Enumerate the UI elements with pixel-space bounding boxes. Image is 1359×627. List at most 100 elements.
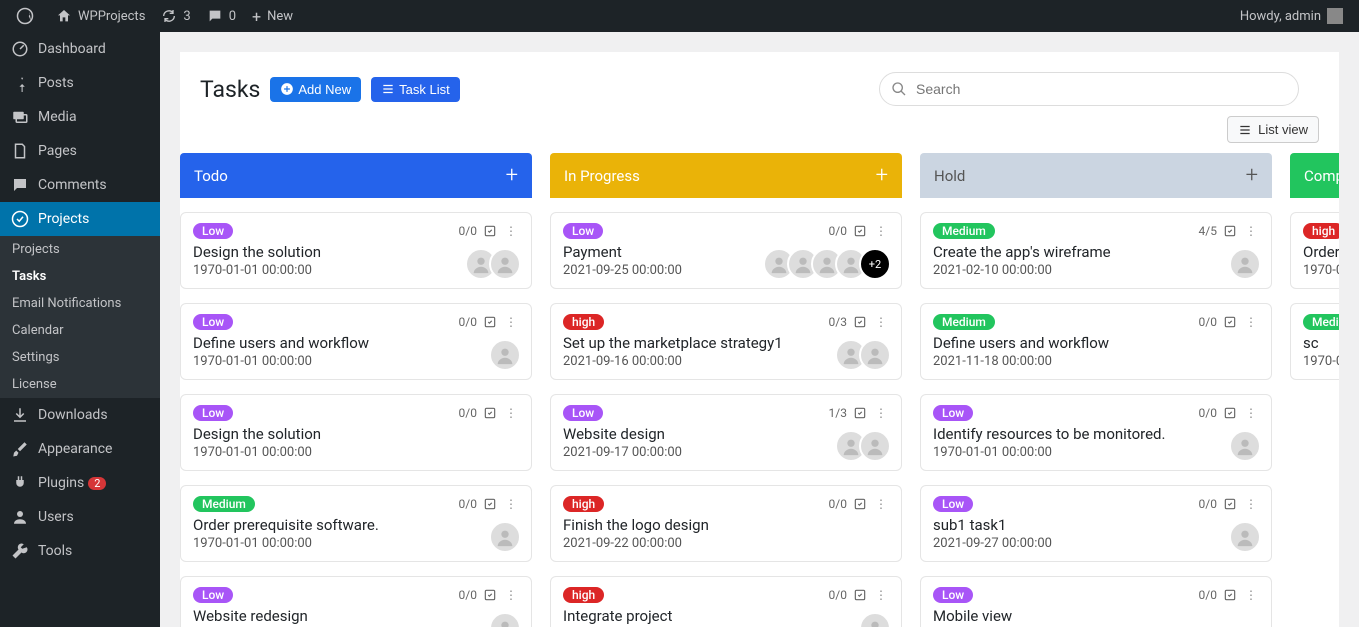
sidebar-item-dashboard[interactable]: Dashboard [0, 32, 160, 66]
task-card[interactable]: Low0/0⋮Design the solution1970-01-01 00:… [180, 212, 532, 289]
card-menu-button[interactable]: ⋮ [1243, 406, 1259, 420]
checklist-icon [483, 224, 497, 238]
avatar [859, 339, 891, 371]
submenu-item-license[interactable]: License [0, 371, 160, 398]
pin-icon [10, 74, 30, 92]
card-menu-button[interactable]: ⋮ [503, 588, 519, 602]
submenu-item-projects[interactable]: Projects [0, 236, 160, 263]
sidebar-item-pages[interactable]: Pages [0, 134, 160, 168]
list-icon [381, 82, 395, 96]
submenu-item-settings[interactable]: Settings [0, 344, 160, 371]
wordpress-icon [16, 7, 34, 25]
card-menu-button[interactable]: ⋮ [873, 406, 889, 420]
card-title: Order prerequisite software. [193, 516, 519, 534]
wp-logo[interactable] [8, 0, 48, 32]
subtask-count: 0/0 [459, 406, 477, 420]
subtask-count: 0/0 [459, 588, 477, 602]
sidebar-item-media[interactable]: Media [0, 100, 160, 134]
task-card[interactable]: Low0/0⋮Identify resources to be monitore… [920, 394, 1272, 471]
card-menu-button[interactable]: ⋮ [503, 224, 519, 238]
card-menu-button[interactable]: ⋮ [873, 497, 889, 511]
user-menu[interactable]: Howdy, admin [1232, 0, 1351, 32]
card-menu-button[interactable]: ⋮ [1243, 588, 1259, 602]
sidebar-item-label: Posts [38, 75, 74, 91]
card-menu-button[interactable]: ⋮ [1243, 497, 1259, 511]
subtask-count: 1/3 [829, 406, 847, 420]
card-title: Finish the logo design [563, 516, 889, 534]
sidebar-item-comments[interactable]: Comments [0, 168, 160, 202]
subtask-count: 0/0 [829, 588, 847, 602]
new-link[interactable]: + New [244, 0, 301, 32]
task-card[interactable]: Medium⋮sc1970-01-0 [1290, 303, 1339, 380]
checklist-icon [853, 588, 867, 602]
subtask-count: 0/0 [459, 497, 477, 511]
task-card[interactable]: high0/0⋮Finish the logo design2021-09-22… [550, 485, 902, 562]
assignees [835, 430, 891, 462]
add-card-button[interactable]: + [876, 163, 888, 188]
card-title: Define users and workflow [933, 334, 1259, 352]
submenu-item-email-notifications[interactable]: Email Notifications [0, 290, 160, 317]
add-card-button[interactable]: + [1246, 163, 1258, 188]
checklist-icon [1223, 224, 1237, 238]
task-card[interactable]: Medium0/0⋮Order prerequisite software.19… [180, 485, 532, 562]
sidebar-item-downloads[interactable]: Downloads [0, 398, 160, 432]
sidebar-item-tools[interactable]: Tools [0, 534, 160, 568]
subtask-count: 0/0 [1199, 406, 1217, 420]
card-title: sub1 task1 [933, 516, 1259, 534]
page-title: Tasks [200, 76, 260, 103]
add-card-button[interactable]: + [506, 163, 518, 188]
list-view-button[interactable]: List view [1227, 116, 1319, 143]
task-card[interactable]: Medium4/5⋮Create the app's wireframe2021… [920, 212, 1272, 289]
task-card[interactable]: high⋮Order pr1970-01-0 [1290, 212, 1339, 289]
card-menu-button[interactable]: ⋮ [503, 406, 519, 420]
card-menu-button[interactable]: ⋮ [873, 224, 889, 238]
task-card[interactable]: Low0/0⋮Website redesign2021-06-09 00:00:… [180, 576, 532, 627]
download-icon [10, 406, 30, 424]
avatar-more: +2 [859, 248, 891, 280]
card-menu-button[interactable]: ⋮ [1243, 315, 1259, 329]
priority-tag: Low [563, 223, 603, 239]
submenu-item-calendar[interactable]: Calendar [0, 317, 160, 344]
priority-tag: high [563, 314, 604, 330]
task-card[interactable]: Low0/0⋮Payment2021-09-25 00:00:00+2 [550, 212, 902, 289]
task-card[interactable]: Low0/0⋮sub1 task12021-09-27 00:00:00 [920, 485, 1272, 562]
avatar [1229, 521, 1261, 553]
sidebar-item-projects[interactable]: Projects [0, 202, 160, 236]
subtask-count: 0/0 [459, 315, 477, 329]
add-new-label: Add New [298, 82, 351, 97]
checklist-icon [853, 497, 867, 511]
priority-tag: Medium [933, 223, 995, 239]
sidebar-item-posts[interactable]: Posts [0, 66, 160, 100]
column-title: In Progress [564, 167, 640, 185]
task-card[interactable]: high0/3⋮Set up the marketplace strategy1… [550, 303, 902, 380]
card-menu-button[interactable]: ⋮ [873, 588, 889, 602]
task-list-button[interactable]: Task List [371, 77, 460, 102]
avatar [1229, 430, 1261, 462]
column-hold: Hold+Medium4/5⋮Create the app's wirefram… [920, 153, 1272, 627]
add-new-button[interactable]: Add New [270, 77, 361, 102]
sidebar-item-plugins[interactable]: Plugins2 [0, 466, 160, 500]
task-card[interactable]: Low0/0⋮Design the solution1970-01-01 00:… [180, 394, 532, 471]
card-menu-button[interactable]: ⋮ [503, 497, 519, 511]
task-card[interactable]: high0/0⋮Integrate project2021-11-09 00:0… [550, 576, 902, 627]
site-link[interactable]: WPProjects [48, 0, 153, 32]
comments-link[interactable]: 0 [199, 0, 244, 32]
search-input[interactable] [879, 72, 1299, 106]
task-card[interactable]: Low1/3⋮Website design2021-09-17 00:00:00 [550, 394, 902, 471]
card-menu-button[interactable]: ⋮ [1243, 224, 1259, 238]
card-menu-button[interactable]: ⋮ [503, 315, 519, 329]
card-menu-button[interactable]: ⋮ [873, 315, 889, 329]
card-title: Create the app's wireframe [933, 243, 1259, 261]
assignees [489, 339, 521, 371]
checklist-icon [1223, 315, 1237, 329]
checklist-icon [1223, 406, 1237, 420]
media-icon [10, 108, 30, 126]
task-card[interactable]: Medium0/0⋮Define users and workflow2021-… [920, 303, 1272, 380]
updates-link[interactable]: 3 [153, 0, 198, 32]
avatar [489, 612, 521, 627]
submenu-item-tasks[interactable]: Tasks [0, 263, 160, 290]
sidebar-item-appearance[interactable]: Appearance [0, 432, 160, 466]
sidebar-item-users[interactable]: Users [0, 500, 160, 534]
task-card[interactable]: Low0/0⋮Mobile view2021-09-19 15:57:00 [920, 576, 1272, 627]
task-card[interactable]: Low0/0⋮Define users and workflow1970-01-… [180, 303, 532, 380]
